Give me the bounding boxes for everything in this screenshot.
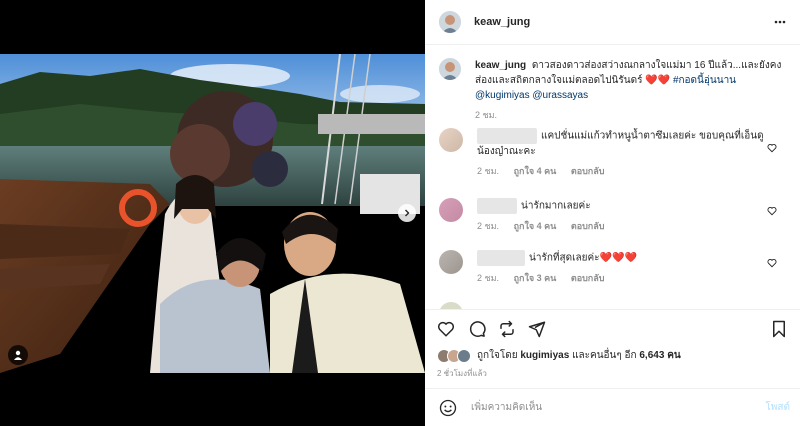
chevron-right-icon: [405, 209, 410, 217]
tagged-users-button[interactable]: [8, 345, 28, 365]
likes-middle: และคนอื่นๆ อีก: [572, 350, 637, 361]
caption-avatar[interactable]: [439, 58, 461, 80]
post-media-pane: [0, 0, 425, 426]
heart-outline-icon[interactable]: [767, 258, 777, 268]
heart-outline-icon[interactable]: [767, 206, 777, 216]
likes-summary[interactable]: ถูกใจโดย kugimiyas และคนอื่นๆ อีก 6,643 …: [437, 348, 681, 363]
post-photo[interactable]: [0, 54, 425, 373]
likes-count[interactable]: 6,643: [639, 350, 664, 361]
reply-button[interactable]: ตอบกลับ: [571, 166, 605, 176]
comment-time: 2 ชม.: [477, 273, 500, 283]
commenter-username-redacted[interactable]: [477, 250, 525, 266]
photo-illustration: [0, 54, 425, 373]
next-photo-button[interactable]: [398, 204, 416, 222]
share-icon[interactable]: [528, 320, 546, 338]
add-comment-bar: เพิ่มความคิดเห็น โพสต์: [425, 388, 800, 426]
avatar-image: [439, 11, 461, 33]
post-actions-bar: [425, 309, 800, 344]
reply-button[interactable]: ตอบกลับ: [571, 221, 605, 231]
comment-likes[interactable]: ถูกใจ 3 คน: [514, 273, 557, 283]
bookmark-icon[interactable]: [771, 320, 787, 338]
likes-suffix[interactable]: คน: [667, 350, 681, 361]
comment-icon[interactable]: [468, 320, 486, 338]
author-avatar[interactable]: [439, 11, 461, 33]
caption-text-block: keaw_jung ดาวสองดาวส่องสว่างณกลางใจแม่มา…: [475, 58, 789, 123]
comment-body: น่ารักที่สุดเลยค่ะ❤️❤️❤️ 2 ชม. ถูกใจ 3 ค…: [477, 250, 767, 286]
commenter-avatar[interactable]: [439, 302, 463, 309]
comment-body: น่ารักมากเลยค่ะ 2 ชม. ถูกใจ 4 คน ตอบกลับ: [477, 198, 767, 234]
comment-text: น่ารักมากเลยค่ะ: [521, 200, 591, 212]
commenter-username-redacted[interactable]: [477, 128, 537, 144]
reply-button[interactable]: ตอบกลับ: [571, 273, 605, 283]
commenter-avatar[interactable]: [439, 198, 463, 222]
comments-scroll-area[interactable]: keaw_jung ดาวสองดาวส่องสว่างณกลางใจแม่มา…: [425, 46, 800, 309]
repost-icon[interactable]: [498, 320, 516, 338]
likes-user[interactable]: kugimiyas: [520, 350, 569, 361]
liker-avatar: [457, 348, 471, 363]
comment-body: แคปชั่นแม่แก้วทำหนูน้ำตาซึมเลยค่ะ ขอบคุณ…: [477, 128, 767, 179]
add-comment-input[interactable]: เพิ่มความคิดเห็น: [471, 400, 765, 415]
comment-meta: 2 ชม. ถูกใจ 3 คน ตอบกลับ: [477, 271, 767, 286]
comment-text: น่ารักที่สุดเลยค่ะ: [529, 252, 600, 264]
comment-time: 2 ชม.: [477, 166, 500, 176]
comment-item: แคปชั่นแม่แก้วทำหนูน้ำตาซึมเลยค่ะ ขอบคุณ…: [439, 128, 789, 179]
emoji-icon[interactable]: [439, 399, 457, 417]
post-timestamp[interactable]: 2 ชั่วโมงที่แล้ว: [437, 367, 487, 380]
comment-meta: 2 ชม. ถูกใจ 4 คน ตอบกลับ: [477, 219, 767, 234]
commenter-avatar[interactable]: [439, 250, 463, 274]
comment-likes[interactable]: ถูกใจ 4 คน: [514, 221, 557, 231]
caption-username[interactable]: keaw_jung: [475, 60, 526, 71]
comment-item: น่ารักมากเลยค่ะ 2 ชม. ถูกใจ 4 คน ตอบกลับ: [439, 198, 789, 234]
comment-likes[interactable]: ถูกใจ 4 คน: [514, 166, 557, 176]
avatar-image: [439, 58, 461, 80]
comment-item-partial: [439, 302, 789, 309]
heart-outline-icon[interactable]: [767, 143, 777, 153]
caption-mention[interactable]: @urassayas: [532, 90, 588, 101]
author-username[interactable]: keaw_jung: [474, 16, 530, 28]
comment-item: น่ารักที่สุดเลยค่ะ❤️❤️❤️ 2 ชม. ถูกใจ 3 ค…: [439, 250, 789, 286]
caption-time: 2 ชม.: [475, 110, 498, 120]
comment-hearts: ❤️❤️❤️: [599, 252, 637, 264]
likes-prefix: ถูกใจโดย: [477, 350, 518, 361]
post-caption: keaw_jung ดาวสองดาวส่องสว่างณกลางใจแม่มา…: [439, 58, 789, 123]
person-icon: [14, 350, 22, 360]
commenter-avatar[interactable]: [439, 128, 463, 152]
comment-meta: 2 ชม. ถูกใจ 4 คน ตอบกลับ: [477, 164, 767, 179]
comment-time: 2 ชม.: [477, 221, 500, 231]
more-horizontal-icon[interactable]: [774, 16, 786, 28]
caption-hearts: ❤️❤️: [645, 75, 671, 86]
heart-icon[interactable]: [437, 320, 455, 338]
caption-hashtag[interactable]: #กอดนี้อุ่นนาน: [673, 75, 736, 86]
post-details-panel: keaw_jung keaw_jung ดาวสองดาวส่องสว่างณก…: [425, 0, 800, 426]
post-comment-button[interactable]: โพสต์: [765, 400, 790, 415]
commenter-username-redacted[interactable]: [477, 198, 517, 214]
caption-mention[interactable]: @kugimiyas: [475, 90, 530, 101]
likes-text: ถูกใจโดย kugimiyas และคนอื่นๆ อีก 6,643 …: [477, 348, 681, 363]
post-header: keaw_jung: [425, 0, 800, 45]
